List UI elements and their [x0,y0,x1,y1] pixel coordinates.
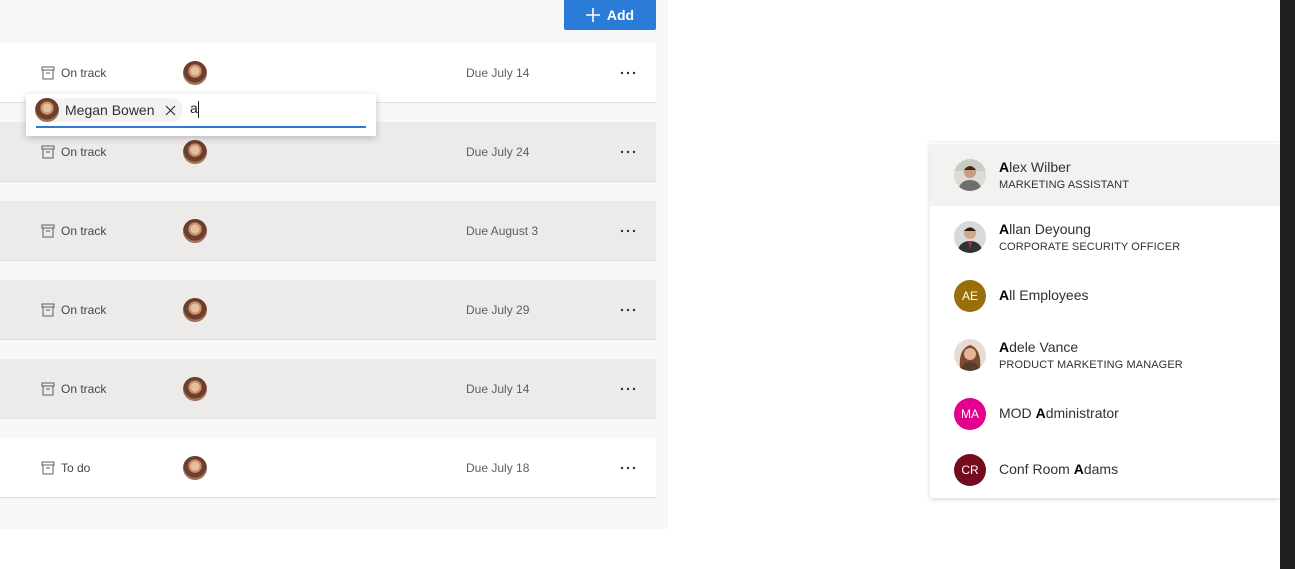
due-date: Due July 14 [466,381,530,396]
task-row[interactable]: On track Due August 3 [0,201,656,261]
person-photo [954,339,986,371]
assignee-avatar[interactable] [183,377,207,401]
more-options-button[interactable] [612,452,644,484]
due-date: Due July 14 [466,65,530,80]
status-text: On track [61,302,107,317]
suggestion-title: MARKETING ASSISTANT [999,179,1130,191]
text-caret [198,101,199,118]
ellipsis-icon [620,308,636,312]
more-options-button[interactable] [612,136,644,168]
more-options-button[interactable] [612,215,644,247]
more-options-button[interactable] [612,294,644,326]
assignee-avatar[interactable] [183,298,207,322]
person-avatar [35,98,59,122]
ellipsis-icon [620,466,636,470]
people-picker[interactable]: Megan Bowen a [26,94,376,136]
suggestion-name: Conf Room Adams [999,461,1119,477]
ellipsis-icon [620,150,636,154]
initials-avatar: MA [954,398,986,430]
initials-avatar: AE [954,280,986,312]
task-list-panel: Add On track Due July 14 On track Due Ju… [0,0,668,529]
suggestion-item[interactable]: AE All Employees [930,265,1280,327]
assignee-avatar[interactable] [183,61,207,85]
due-date: Due August 3 [466,223,539,238]
archive-icon [41,66,55,79]
due-date: Due July 24 [466,144,530,159]
plus-icon [585,8,600,22]
suggestion-title: PRODUCT MARKETING MANAGER [999,359,1183,371]
people-search-input[interactable]: a [190,100,198,116]
ellipsis-icon [620,71,636,75]
person-photo [954,159,986,191]
selected-person-chip[interactable]: Megan Bowen [35,98,183,122]
status-text: On track [61,65,107,80]
add-button[interactable]: Add [564,0,656,30]
archive-icon [41,145,55,158]
archive-icon [41,303,55,316]
add-button-label: Add [606,7,635,23]
suggestion-name: All Employees [999,287,1089,303]
assignee-avatar[interactable] [183,140,207,164]
more-options-button[interactable] [612,373,644,405]
suggestion-name: Allan Deyoung [999,221,1091,237]
ellipsis-icon [620,387,636,391]
assignee-avatar[interactable] [183,219,207,243]
suggestion-name: MOD Administrator [999,405,1119,421]
status-text: On track [61,223,107,238]
selected-person-name: Megan Bowen [65,102,155,118]
due-date: Due July 18 [466,460,530,475]
initials-avatar: CR [954,454,986,486]
remove-person-button[interactable] [163,102,179,118]
suggestion-item[interactable]: Allan Deyoung CORPORATE SECURITY OFFICER [930,206,1280,268]
more-options-button[interactable] [612,57,644,89]
suggestion-item[interactable]: CR Conf Room Adams [930,439,1280,501]
status-label[interactable]: On track [41,280,106,339]
suggestion-title: CORPORATE SECURITY OFFICER [999,241,1181,253]
archive-icon [41,461,55,474]
suggestion-name: Adele Vance [999,339,1079,355]
status-label[interactable]: On track [41,201,106,260]
task-row[interactable]: On track Due July 29 [0,280,656,340]
due-date: Due July 29 [466,302,530,317]
assignee-avatar[interactable] [183,456,207,480]
suggestion-item[interactable]: Alex Wilber MARKETING ASSISTANT [930,144,1280,206]
window-edge [1280,0,1295,569]
close-icon [165,105,176,115]
input-focus-underline [36,126,366,128]
ellipsis-icon [620,229,636,233]
status-text: To do [61,460,91,475]
status-label[interactable]: To do [41,438,90,497]
archive-icon [41,382,55,395]
suggestion-item[interactable]: MA MOD Administrator [930,383,1280,445]
status-label[interactable]: On track [41,359,106,418]
suggestion-name: Alex Wilber [999,159,1071,175]
person-photo [954,221,986,253]
people-suggestions-list: Alex Wilber MARKETING ASSISTANT Allan De… [930,143,1280,498]
status-text: On track [61,144,107,159]
status-text: On track [61,381,107,396]
task-row[interactable]: To do Due July 18 [0,438,656,498]
suggestion-item[interactable]: Adele Vance PRODUCT MARKETING MANAGER [930,324,1280,386]
task-row[interactable]: On track Due July 14 [0,359,656,419]
archive-icon [41,224,55,237]
